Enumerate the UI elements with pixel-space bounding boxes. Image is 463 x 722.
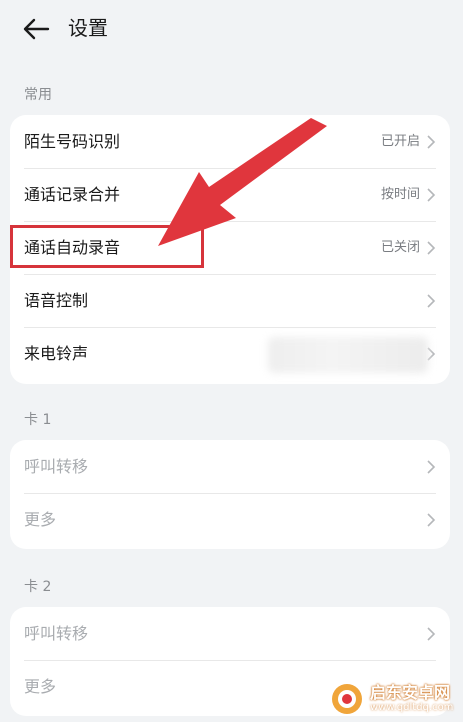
- row-auto-call-recording[interactable]: 通话自动录音 已关闭: [10, 221, 450, 274]
- settings-card-sim1: 呼叫转移 更多: [10, 440, 450, 549]
- chevron-right-icon: [427, 626, 436, 641]
- row-unknown-number-recognition[interactable]: 陌生号码识别 已开启: [10, 115, 450, 168]
- section-label-sim2: 卡 2: [24, 579, 52, 595]
- row-label: 来电铃声: [24, 343, 89, 363]
- row-label: 陌生号码识别: [24, 131, 121, 151]
- row-value: 已开启: [380, 133, 420, 149]
- settings-card-common: 陌生号码识别 已开启 通话记录合并 按时间 通话自动录音 已关闭 语音控制 来电…: [10, 115, 450, 384]
- chevron-right-icon: [427, 512, 436, 527]
- row-value: 按时间: [380, 186, 420, 202]
- row-label: 语音控制: [24, 290, 89, 310]
- chevron-right-icon: [427, 293, 436, 308]
- header-bar: 设置: [0, 0, 463, 60]
- row-label: 通话记录合并: [24, 184, 121, 204]
- chevron-right-icon: [427, 134, 436, 149]
- row-call-forwarding[interactable]: 呼叫转移: [10, 607, 450, 660]
- watermark-url: www.qdltdq.com: [370, 702, 454, 713]
- watermark: 启东安卓网 www.qdltdq.com: [330, 680, 460, 718]
- row-ringtone[interactable]: 来电铃声: [10, 327, 450, 380]
- page-title: 设置: [68, 16, 108, 40]
- chevron-right-icon: [427, 240, 436, 255]
- row-more[interactable]: 更多: [10, 493, 450, 546]
- row-call-forwarding[interactable]: 呼叫转移: [10, 440, 450, 493]
- row-label: 呼叫转移: [24, 456, 89, 476]
- chevron-right-icon: [427, 187, 436, 202]
- row-call-log-merge[interactable]: 通话记录合并 按时间: [10, 168, 450, 221]
- row-label: 更多: [24, 509, 57, 529]
- blurred-value: [268, 337, 428, 373]
- back-arrow-icon[interactable]: [22, 17, 50, 41]
- chevron-right-icon: [427, 459, 436, 474]
- watermark-logo-icon: [332, 684, 362, 714]
- row-label: 呼叫转移: [24, 623, 89, 643]
- watermark-title: 启东安卓网: [370, 683, 451, 702]
- row-value: 已关闭: [380, 239, 420, 255]
- row-label: 更多: [24, 676, 57, 696]
- section-label-sim1: 卡 1: [24, 412, 52, 428]
- section-label-common: 常用: [24, 87, 52, 103]
- row-label: 通话自动录音: [24, 237, 121, 257]
- row-voice-control[interactable]: 语音控制: [10, 274, 450, 327]
